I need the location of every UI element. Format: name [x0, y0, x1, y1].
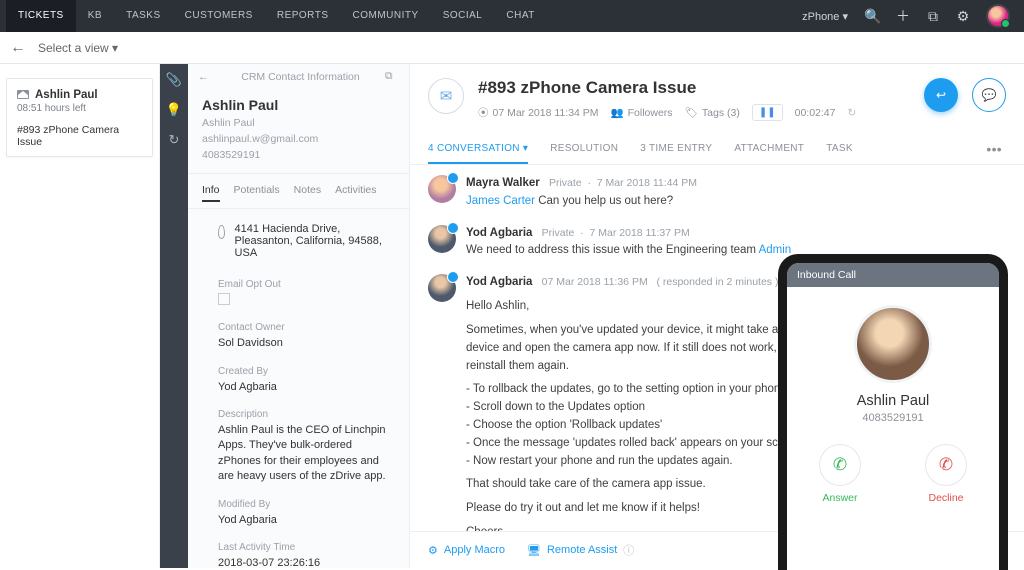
- avatar: [428, 274, 456, 302]
- avatar: [428, 225, 456, 253]
- view-selector[interactable]: Select a view ▾: [38, 41, 118, 55]
- ticket-card[interactable]: Ashlin Paul 08:51 hours left #893 zPhone…: [6, 78, 153, 157]
- contact-phone: 4083529191: [202, 148, 395, 164]
- crm-back-icon[interactable]: ←: [198, 71, 216, 83]
- call-header: Inbound Call: [787, 263, 999, 287]
- mention-link[interactable]: Admin: [759, 244, 792, 256]
- comment-button[interactable]: 💬: [972, 78, 1006, 112]
- avatar: [428, 175, 456, 203]
- nav-tasks[interactable]: TASKS: [114, 0, 173, 32]
- contact-owner: Sol Davidson: [218, 336, 395, 351]
- ticket-card-title: #893 zPhone Camera Issue: [17, 124, 142, 148]
- channel-badge-icon: [447, 172, 459, 184]
- ticket-channel-icon: ✉: [428, 78, 464, 114]
- remote-assist-button[interactable]: 🖥 Remote Assist ⓘ: [527, 542, 634, 558]
- page-title: #893 zPhone Camera Issue: [478, 78, 910, 98]
- tab-attachment[interactable]: ATTACHMENT: [734, 135, 804, 164]
- caller-name: Ashlin Paul: [787, 393, 999, 409]
- top-nav: TICKETS KB TASKS CUSTOMERS REPORTS COMMU…: [0, 0, 1024, 32]
- popout-icon[interactable]: ⧉: [918, 8, 948, 25]
- channel-badge-icon: [447, 271, 459, 283]
- tab-activities[interactable]: Activities: [335, 180, 376, 202]
- inbound-call-popup: Inbound Call Ashlin Paul 4083529191 ✆ An…: [778, 254, 1008, 570]
- product-switcher[interactable]: zPhone ▾: [792, 10, 858, 23]
- reply-button[interactable]: ↩: [924, 78, 958, 112]
- ticket-main: ✉ #893 zPhone Camera Issue ⦿ 07 Mar 2018…: [410, 64, 1024, 568]
- timer-pause-button[interactable]: ❚❚: [752, 104, 783, 121]
- rail-attachment-icon[interactable]: 📎: [166, 72, 182, 88]
- nav-customers[interactable]: CUSTOMERS: [173, 0, 265, 32]
- timer-value: 00:02:47: [795, 107, 836, 119]
- nav-kb[interactable]: KB: [76, 0, 114, 32]
- tab-info[interactable]: Info: [202, 180, 220, 202]
- rail-history-icon[interactable]: ↻: [169, 132, 180, 148]
- phone-answer-icon: ✆: [819, 444, 861, 486]
- phone-decline-icon: ✆: [925, 444, 967, 486]
- location-pin-icon: [218, 225, 225, 239]
- ticket-date: ⦿ 07 Mar 2018 11:34 PM: [478, 105, 599, 120]
- more-icon[interactable]: •••: [982, 135, 1006, 164]
- last-activity: 2018-03-07 23:26:16: [218, 556, 395, 568]
- tab-notes[interactable]: Notes: [294, 180, 321, 202]
- nav-reports[interactable]: REPORTS: [265, 0, 341, 32]
- profile-avatar[interactable]: [986, 4, 1010, 28]
- contact-address: 4141 Hacienda Drive, Pleasanton, Califor…: [235, 223, 395, 259]
- message-row[interactable]: Mayra Walker Private · 7 Mar 2018 11:44 …: [428, 175, 1006, 211]
- timer-refresh-icon[interactable]: ↻: [847, 107, 856, 119]
- rail-idea-icon[interactable]: 💡: [166, 102, 182, 118]
- apply-macro-button[interactable]: ⚙ Apply Macro: [428, 542, 505, 558]
- ticket-card-hours: 08:51 hours left: [17, 103, 142, 114]
- tab-resolution[interactable]: RESOLUTION: [550, 135, 618, 164]
- gear-icon[interactable]: ⚙: [948, 8, 978, 25]
- contact-name: Ashlin Paul: [202, 97, 395, 113]
- nav-community[interactable]: COMMUNITY: [341, 0, 431, 32]
- back-arrow-icon[interactable]: ←: [10, 39, 38, 57]
- decline-button[interactable]: ✆ Decline: [925, 444, 967, 504]
- contact-email: ashlinpaul.w@gmail.com: [202, 132, 395, 148]
- envelope-icon: [17, 90, 29, 99]
- ticket-list: Ashlin Paul 08:51 hours left #893 zPhone…: [0, 64, 160, 568]
- nav-social[interactable]: SOCIAL: [431, 0, 495, 32]
- channel-badge-icon: [447, 222, 459, 234]
- modified-by: Yod Agbaria: [218, 513, 395, 528]
- contact-handle: Ashlin Paul: [202, 116, 395, 132]
- side-rail: 📎 💡 ↻: [160, 64, 188, 568]
- tab-time-entry[interactable]: 3 TIME ENTRY: [640, 135, 712, 164]
- tab-conversation[interactable]: 4 CONVERSATION ▾: [428, 135, 528, 164]
- crm-panel: ← CRM Contact Information ⧉ Ashlin Paul …: [188, 64, 410, 568]
- nav-chat[interactable]: CHAT: [494, 0, 546, 32]
- description: Ashlin Paul is the CEO of Linchpin Apps.…: [218, 423, 395, 485]
- crm-popout-icon[interactable]: ⧉: [385, 70, 399, 83]
- tab-potentials[interactable]: Potentials: [234, 180, 280, 202]
- caller-number: 4083529191: [787, 412, 999, 424]
- tags-link[interactable]: 🏷 Tags (3): [685, 106, 740, 119]
- plus-icon[interactable]: ＋: [888, 6, 918, 26]
- view-bar: ← Select a view ▾: [0, 32, 1024, 64]
- caller-avatar: [854, 305, 932, 383]
- tab-task[interactable]: TASK: [826, 135, 853, 164]
- nav-tickets[interactable]: TICKETS: [6, 0, 76, 32]
- followers-link[interactable]: 👥 Followers: [611, 106, 673, 119]
- mention-link[interactable]: James Carter: [466, 195, 535, 207]
- ticket-card-name: Ashlin Paul: [35, 89, 98, 101]
- search-icon[interactable]: 🔍: [858, 8, 888, 25]
- crm-title: CRM Contact Information: [216, 71, 385, 83]
- answer-button[interactable]: ✆ Answer: [819, 444, 861, 504]
- created-by: Yod Agbaria: [218, 380, 395, 395]
- email-opt-checkbox[interactable]: [218, 293, 230, 305]
